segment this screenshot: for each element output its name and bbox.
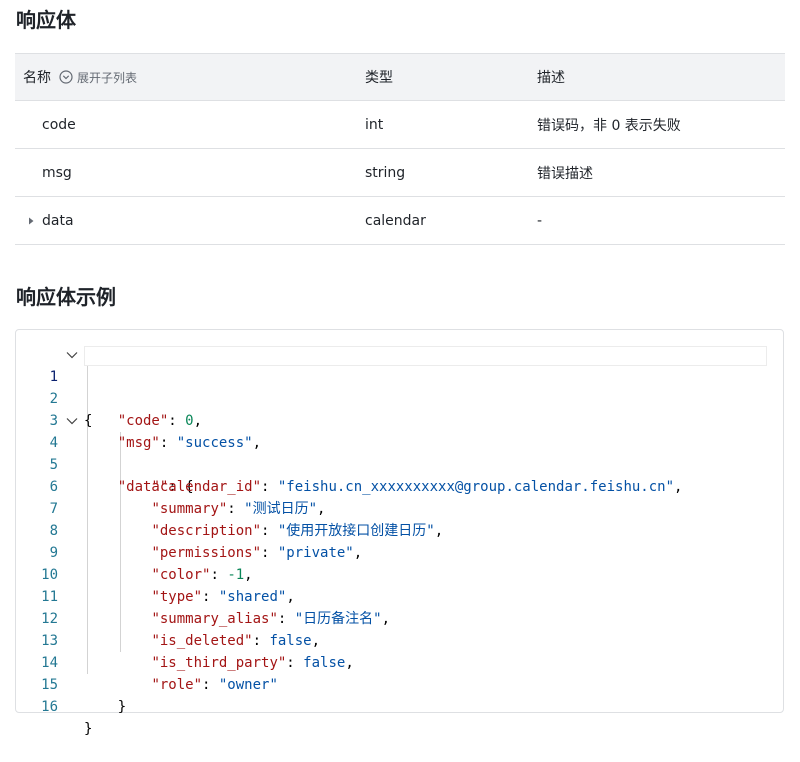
code-line: 6 "summary": "测试日历",	[0, 454, 800, 517]
line-number: 16	[41, 699, 58, 715]
response-body-table: 名称 展开子列表 类型 描述 code int 错误码，非 0 表示失败 msg…	[15, 53, 785, 245]
fold-chevron-icon[interactable]	[66, 410, 78, 432]
field-desc: 错误码，非 0 表示失败	[537, 117, 681, 134]
fold-chevron-icon[interactable]	[66, 344, 78, 366]
code-line: 15 }	[0, 652, 800, 715]
table-row: data calendar -	[15, 197, 785, 245]
chevron-down-circle-icon	[59, 70, 73, 84]
field-type: string	[365, 164, 406, 181]
header-name: 名称	[23, 70, 51, 86]
code-line: 4 "data": {	[0, 410, 800, 495]
code-line: 12 "is_deleted": false,	[0, 586, 800, 649]
code-line: 5 "calendar_id": "feishu.cn_xxxxxxxxxx@g…	[0, 432, 800, 495]
code-line: 2 "code": 0,	[0, 366, 800, 429]
code-line: 13 "is_third_party": false,	[0, 608, 800, 671]
code-line: 3 "msg": "success",	[0, 388, 800, 451]
code-line: 1 {	[0, 344, 800, 429]
code-line: 16 }	[0, 674, 800, 737]
header-type: 类型	[365, 70, 393, 86]
response-example-heading: 响应体示例	[16, 285, 116, 309]
field-desc: 错误描述	[537, 165, 593, 182]
code-line: 9 "color": -1,	[0, 520, 800, 583]
code-line: 14 "role": "owner"	[0, 630, 800, 693]
expand-subfields-label: 展开子列表	[77, 70, 138, 85]
table-row: msg string 错误描述	[15, 149, 785, 197]
field-desc: -	[537, 212, 543, 229]
code-line: 10 "type": "shared",	[0, 542, 800, 605]
code-line: 11 "summary_alias": "日历备注名",	[0, 564, 800, 627]
code-line: 7 "description": "使用开放接口创建日历",	[0, 476, 800, 539]
field-name: code	[42, 116, 76, 133]
expand-row-caret-icon[interactable]	[27, 197, 35, 244]
field-name: msg	[42, 164, 72, 181]
code-lines: 1 { 2 "code": 0, 3 "msg": "success", 4 "…	[0, 344, 800, 737]
field-name: data	[42, 212, 74, 229]
code-line: 8 "permissions": "private",	[0, 498, 800, 561]
table-row: code int 错误码，非 0 表示失败	[15, 101, 785, 149]
table-header: 名称 展开子列表 类型 描述	[15, 53, 785, 101]
header-desc: 描述	[537, 70, 565, 86]
field-type: calendar	[365, 212, 426, 229]
json-brace: }	[117, 699, 127, 715]
json-brace: }	[84, 721, 93, 737]
expand-subfields-button[interactable]: 展开子列表	[59, 69, 137, 86]
field-type: int	[365, 116, 384, 133]
header-name-cell: 名称 展开子列表	[23, 54, 137, 100]
response-body-heading: 响应体	[16, 8, 76, 32]
